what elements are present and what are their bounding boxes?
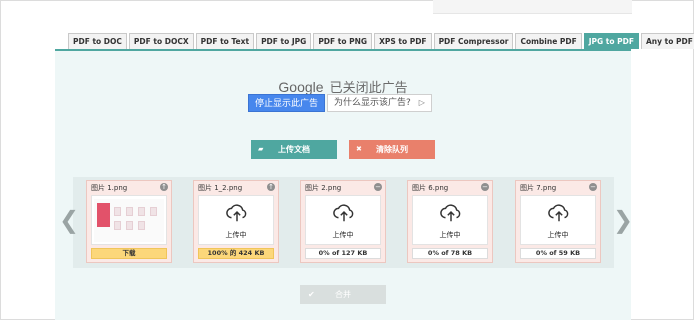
- clear-queue-button[interactable]: ✖ 清除队列: [349, 140, 435, 159]
- move-up-icon[interactable]: ↑: [267, 183, 275, 191]
- file-card[interactable]: 图片 6.png − 上传中 0% of 78 KB: [407, 180, 493, 263]
- merge-button[interactable]: ✔ 合并: [300, 285, 386, 304]
- stop-showing-ad-button[interactable]: 停止显示此广告: [248, 94, 326, 112]
- upload-files-button[interactable]: ▰ 上传文档: [251, 140, 337, 159]
- converter-tabs: PDF to DOC PDF to DOCX PDF to Text PDF t…: [68, 33, 694, 49]
- uploading-label: 上传中: [439, 231, 461, 239]
- file-name: 图片 2.png: [305, 184, 342, 192]
- cloud-upload-icon: [226, 204, 247, 222]
- next-arrow-icon[interactable]: ❯: [613, 206, 633, 234]
- ad-feedback-buttons: 停止显示此广告 为什么显示该广告? ▷: [248, 94, 432, 112]
- uploading-label: 上传中: [225, 231, 247, 239]
- file-card[interactable]: 图片 2.png − 上传中 0% of 127 KB: [300, 180, 386, 263]
- file-thumbnail: 上传中: [520, 195, 596, 245]
- tab-pdf-to-text[interactable]: PDF to Text: [195, 33, 255, 49]
- file-thumbnail: 上传中: [412, 195, 488, 245]
- upload-progress: 0% of 78 KB: [412, 248, 488, 259]
- tab-pdf-to-doc[interactable]: PDF to DOC: [68, 33, 127, 49]
- file-thumbnail: 上传中: [305, 195, 381, 245]
- file-name: 图片 1.png: [91, 184, 128, 192]
- cloud-upload-icon: [548, 204, 569, 222]
- file-name: 图片 1_2.png: [198, 184, 243, 192]
- top-strip: [433, 0, 632, 14]
- download-button[interactable]: 下载: [91, 248, 167, 259]
- tab-pdf-to-docx[interactable]: PDF to DOCX: [128, 33, 194, 49]
- uploading-label: 上传中: [547, 231, 569, 239]
- file-name: 图片 7.png: [520, 184, 557, 192]
- prev-arrow-icon[interactable]: ❮: [59, 206, 79, 234]
- adchoices-icon: ▷: [418, 98, 425, 107]
- google-logo: Google: [278, 79, 324, 95]
- upload-progress: 100% 的 424 KB: [198, 248, 274, 259]
- clear-queue-label: 清除队列: [376, 145, 408, 154]
- document-preview-image: [94, 199, 164, 242]
- remove-icon[interactable]: −: [481, 183, 489, 191]
- upload-progress: 0% of 127 KB: [305, 248, 381, 259]
- cloud-upload-icon: [440, 204, 461, 222]
- uploading-label: 上传中: [332, 231, 354, 239]
- close-icon: ✖: [356, 145, 362, 153]
- action-buttons: ▰ 上传文档 ✖ 清除队列: [251, 140, 435, 159]
- tab-combine-pdf[interactable]: Combine PDF: [515, 33, 582, 49]
- merge-label: 合并: [335, 290, 351, 299]
- tab-xps-to-pdf[interactable]: XPS to PDF: [374, 33, 432, 49]
- tab-any-to-pdf[interactable]: Any to PDF: [640, 33, 694, 49]
- remove-icon[interactable]: −: [589, 183, 597, 191]
- tab-jpg-to-pdf[interactable]: JPG to PDF: [583, 33, 639, 49]
- file-card[interactable]: 图片 1_2.png ↑ 上传中 100% 的 424 KB: [193, 180, 279, 263]
- tab-pdf-to-png[interactable]: PDF to PNG: [313, 33, 373, 49]
- folder-icon: ▰: [258, 145, 264, 153]
- upload-progress: 0% of 59 KB: [520, 248, 596, 259]
- check-icon: ✔: [308, 290, 315, 299]
- cloud-upload-icon: [333, 204, 354, 222]
- why-this-ad-button[interactable]: 为什么显示该广告? ▷: [327, 94, 432, 112]
- file-name: 图片 6.png: [412, 184, 449, 192]
- converter-panel: Google 已关闭此广告 停止显示此广告 为什么显示该广告? ▷ ▰ 上传文档 ✖…: [55, 51, 633, 320]
- tab-pdf-to-jpg[interactable]: PDF to JPG: [256, 33, 312, 49]
- file-card[interactable]: 图片 7.png − 上传中 0% of 59 KB: [515, 180, 601, 263]
- move-up-icon[interactable]: ↑: [160, 183, 168, 191]
- file-thumbnail: 上传中: [198, 195, 274, 245]
- file-card[interactable]: 图片 1.png ↑ 下载: [86, 180, 172, 263]
- upload-files-label: 上传文档: [278, 145, 310, 154]
- why-this-ad-label: 为什么显示该广告?: [334, 98, 411, 108]
- tab-pdf-compressor[interactable]: PDF Compressor: [433, 33, 514, 49]
- file-thumbnail: [91, 195, 167, 245]
- remove-icon[interactable]: −: [374, 183, 382, 191]
